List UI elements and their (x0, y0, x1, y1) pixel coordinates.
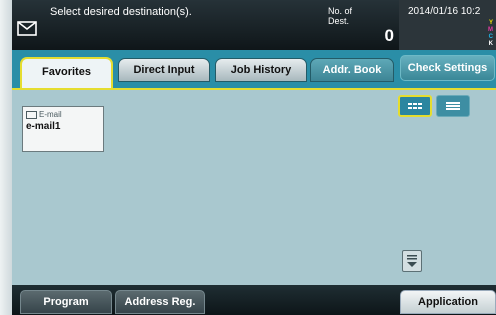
scroll-down-icon (407, 255, 417, 267)
program-button[interactable]: Program (20, 290, 112, 314)
footer-bar: Program Address Reg. Application (12, 285, 496, 315)
left-bezel (0, 0, 12, 315)
datetime-display: 2014/01/16 10:2 (408, 6, 481, 17)
num-dest-value: 0 (384, 26, 394, 45)
tab-direct-input[interactable]: Direct Input (118, 58, 210, 82)
toner-black: K (488, 41, 493, 47)
check-settings-button[interactable]: Check Settings (400, 55, 495, 81)
destination-card-email1[interactable]: E-mail e-mail1 (22, 106, 104, 152)
prompt-text: Select desired destination(s). (50, 6, 192, 18)
list-view-icon (446, 102, 460, 110)
grid-view-button[interactable] (398, 95, 432, 117)
header-bar: Select desired destination(s). No. of De… (12, 0, 496, 50)
envelope-icon (17, 21, 37, 36)
application-button[interactable]: Application (400, 290, 496, 314)
toner-indicator: Y M C K (481, 20, 493, 48)
address-reg-button[interactable]: Address Reg. (115, 290, 205, 314)
destination-type: E-mail (26, 110, 62, 119)
num-dest-label: No. of Dest. (328, 6, 353, 26)
status-panel: 2014/01/16 10:2 Y M C K (399, 0, 496, 50)
list-view-button[interactable] (436, 95, 470, 117)
tab-favorites[interactable]: Favorites (20, 57, 113, 88)
toner-cyan: C (488, 34, 493, 40)
toner-yellow: Y (488, 20, 493, 26)
email-type-icon (26, 110, 37, 119)
screen: Select desired destination(s). No. of De… (0, 0, 496, 315)
destination-area: E-mail e-mail1 (12, 88, 496, 285)
destination-type-label: E-mail (39, 110, 62, 119)
grid-view-icon (408, 103, 422, 109)
tab-bar: Favorites Direct Input Job History Addr.… (12, 50, 496, 88)
tab-addr-book[interactable]: Addr. Book (310, 58, 394, 82)
destination-name: e-mail1 (26, 121, 61, 132)
tab-job-history[interactable]: Job History (215, 58, 307, 82)
scroll-down-button[interactable] (402, 250, 422, 272)
toner-magenta: M (488, 27, 493, 33)
